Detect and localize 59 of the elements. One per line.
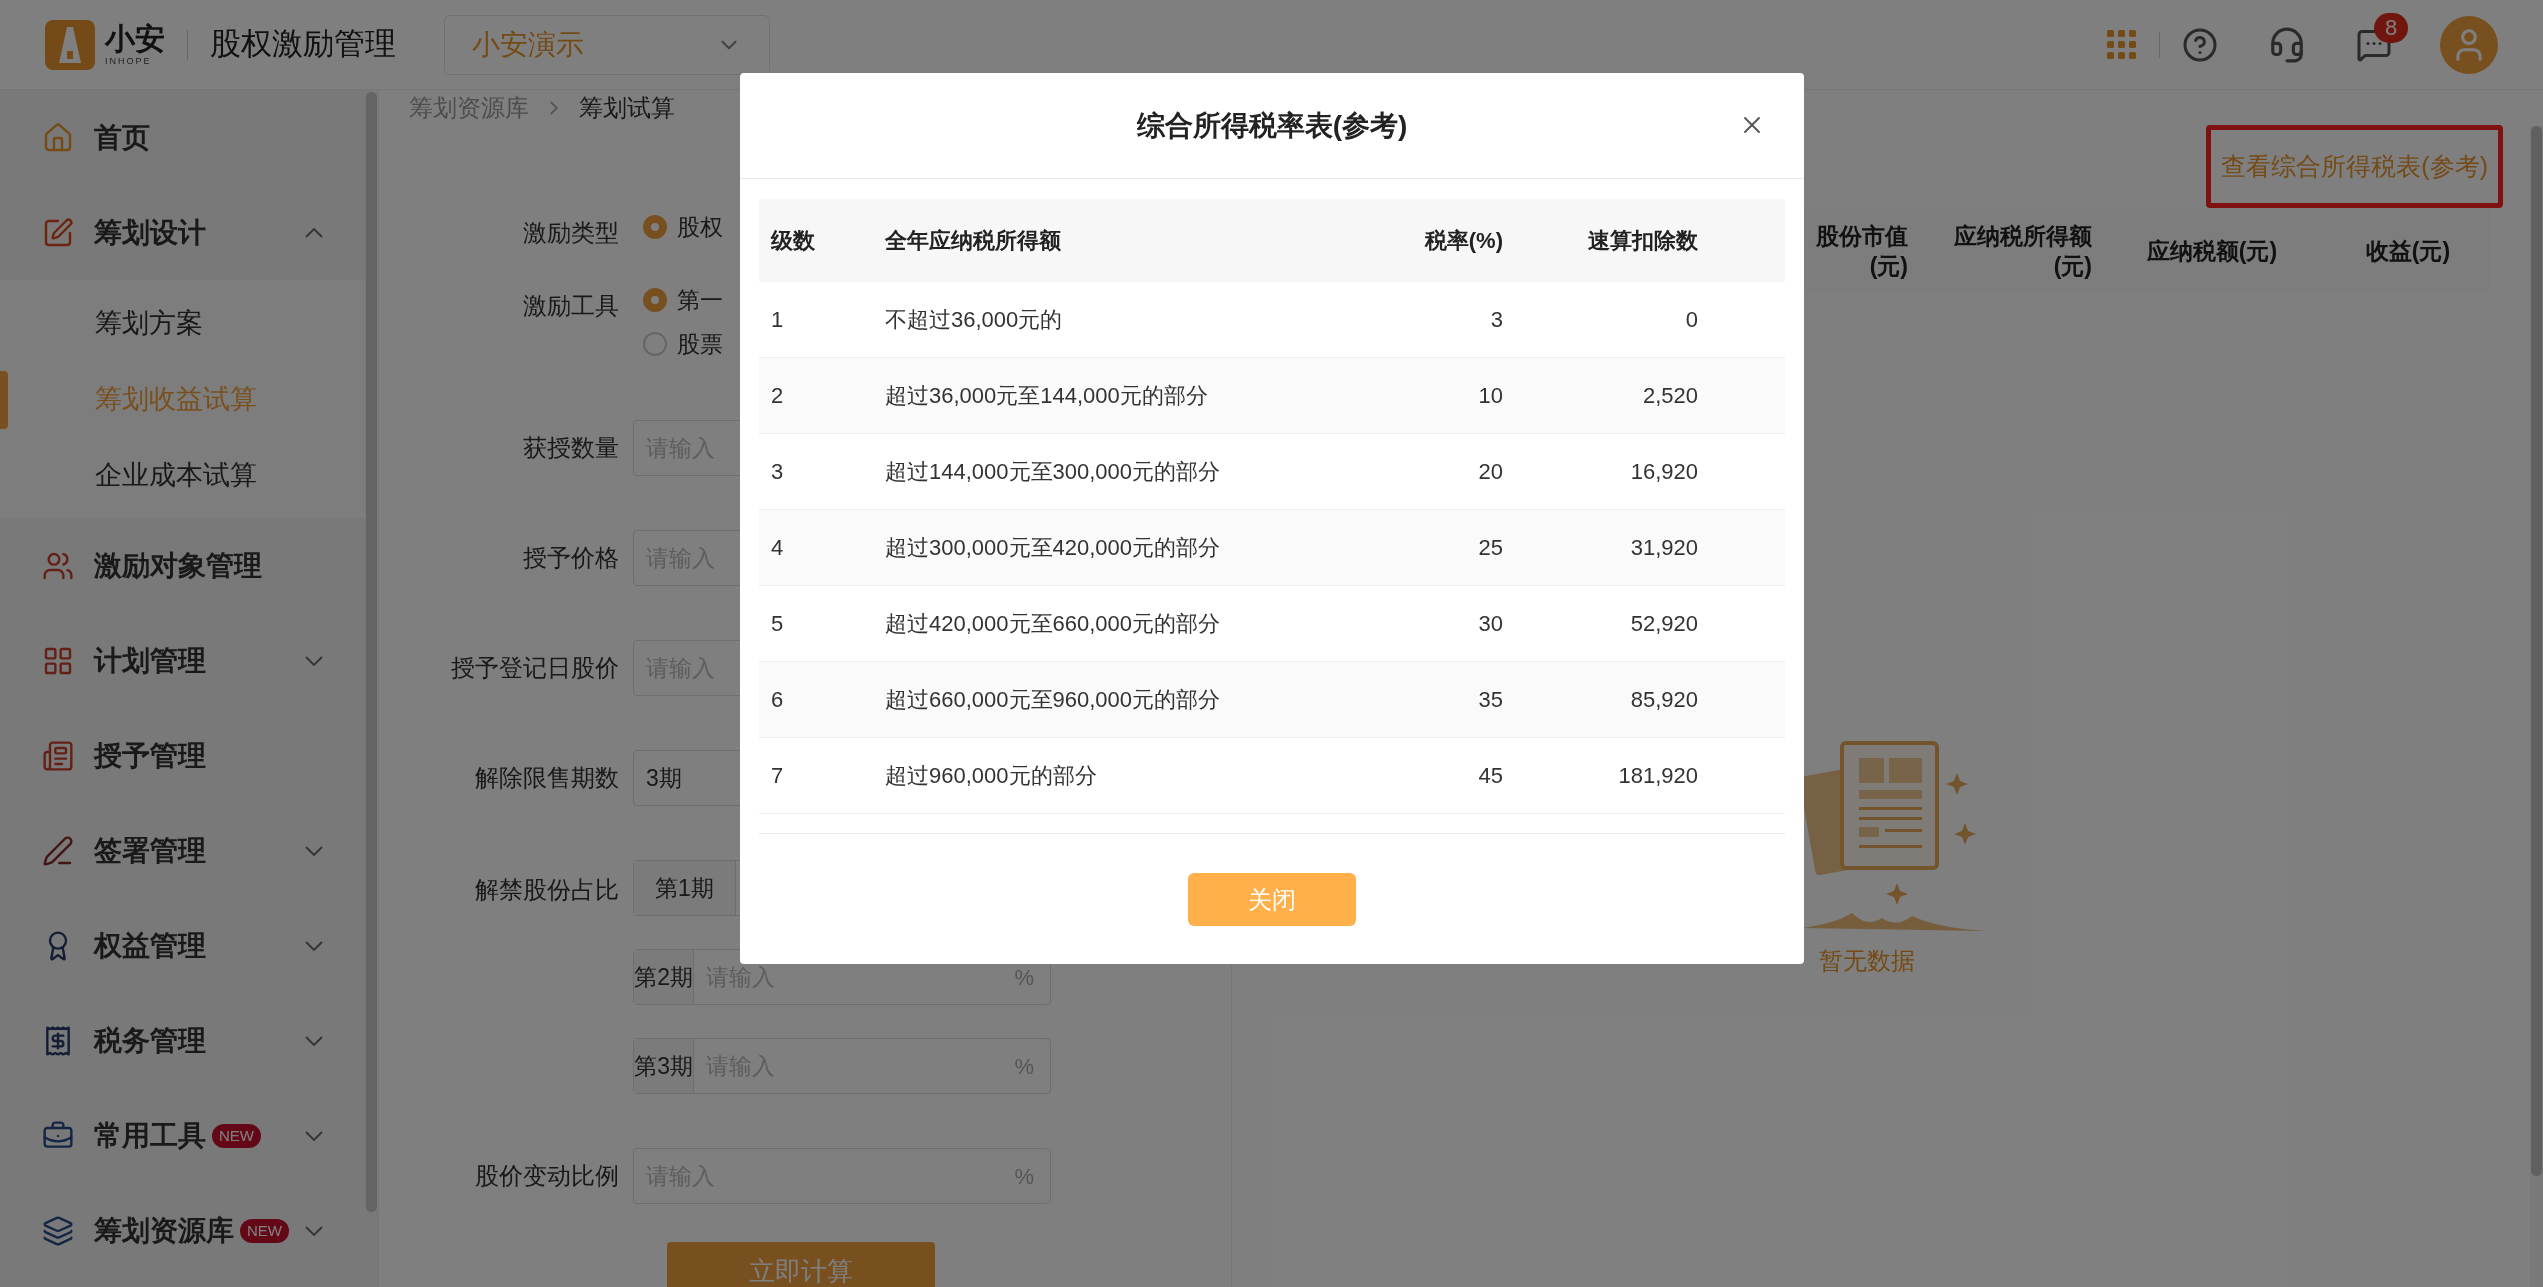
table-cell-text: 30 [1477, 610, 1503, 638]
table-cell-text: 3 [770, 458, 785, 486]
table-cell-text: 35 [1477, 686, 1503, 714]
field-label: 授予登记日股价 [450, 653, 620, 683]
table-cell-text: 超过144,000元至300,000元的部分 [885, 458, 1222, 486]
table-cell-text: 6 [770, 686, 785, 714]
column-header: 级数 [769, 227, 816, 255]
field-label: 激励工具 [522, 291, 620, 321]
table-cell-text: 181,920 [1617, 762, 1698, 790]
empty-text: 暂无数据 [1819, 946, 1915, 976]
period-label: 第2期 [634, 950, 695, 1004]
new-badge: NEW [240, 1218, 289, 1243]
table-cell-text: 5 [770, 610, 785, 638]
table-cell-text: 52,920 [1629, 610, 1698, 638]
table-cell-text: 超过960,000元的部分 [885, 762, 1098, 790]
logo-subtext: INHOPE [105, 56, 153, 66]
table-cell-text: 10 [1477, 382, 1503, 410]
table-cell-text: 25 [1477, 534, 1503, 562]
table-cell-text: 7 [770, 762, 785, 790]
column-header: 全年应纳税所得额 [885, 227, 1062, 255]
table-cell-text: 85,920 [1629, 686, 1698, 714]
field-label: 解禁股份占比 [474, 875, 620, 905]
table-cell-text: 3 [1489, 306, 1503, 334]
field-label: 解除限售期数 [474, 763, 620, 793]
table-cell-text: 1 [770, 306, 785, 334]
column-header: 应纳税所得额 (元) [1953, 221, 2092, 281]
new-badge: NEW [212, 1123, 261, 1148]
field-label: 获授数量 [522, 433, 620, 463]
table-cell-text: 超过660,000元至960,000元的部分 [885, 686, 1222, 714]
period-label: 第1期 [634, 861, 736, 915]
table-cell-text: 20 [1477, 458, 1503, 486]
table-cell-text: 超过36,000元至144,000元的部分 [885, 382, 1209, 410]
dialog-title: 综合所得税率表(参考) [1136, 108, 1408, 143]
notification-badge: 8 [2374, 12, 2408, 43]
field-label: 股价变动比例 [474, 1161, 620, 1191]
table-cell-text: 超过300,000元至420,000元的部分 [885, 534, 1222, 562]
breadcrumb-current: 筹划试算 [579, 93, 675, 123]
table-cell-text: 4 [770, 534, 785, 562]
unit-label: % [1014, 963, 1035, 992]
table-cell-text: 0 [1684, 306, 1698, 334]
field-label: 激励类型 [522, 218, 620, 248]
column-header: 税率(%) [1423, 227, 1503, 255]
unit-label: % [1014, 1162, 1035, 1191]
table-cell-text: 16,920 [1629, 458, 1698, 486]
field-label: 授予价格 [522, 543, 620, 573]
table-cell-text: 2,520 [1641, 382, 1698, 410]
app-title: 股权激励管理 [210, 25, 396, 64]
column-header: 应纳税额(元) [2145, 236, 2279, 266]
unit-label: % [1014, 1052, 1035, 1081]
table-cell-text: 45 [1477, 762, 1503, 790]
column-header: 收益(元) [2364, 236, 2452, 266]
column-header: 速算扣除数 [1587, 227, 1698, 255]
logo-text: 小安 [105, 23, 165, 54]
table-cell-text: 超过420,000元至660,000元的部分 [885, 610, 1222, 638]
period-label: 第3期 [634, 1039, 695, 1093]
table-cell-text: 31,920 [1629, 534, 1698, 562]
column-header: 股份市值 (元) [1815, 221, 1908, 281]
table-cell-text: 不超过36,000元的 [885, 306, 1064, 334]
table-cell-text: 2 [770, 382, 785, 410]
